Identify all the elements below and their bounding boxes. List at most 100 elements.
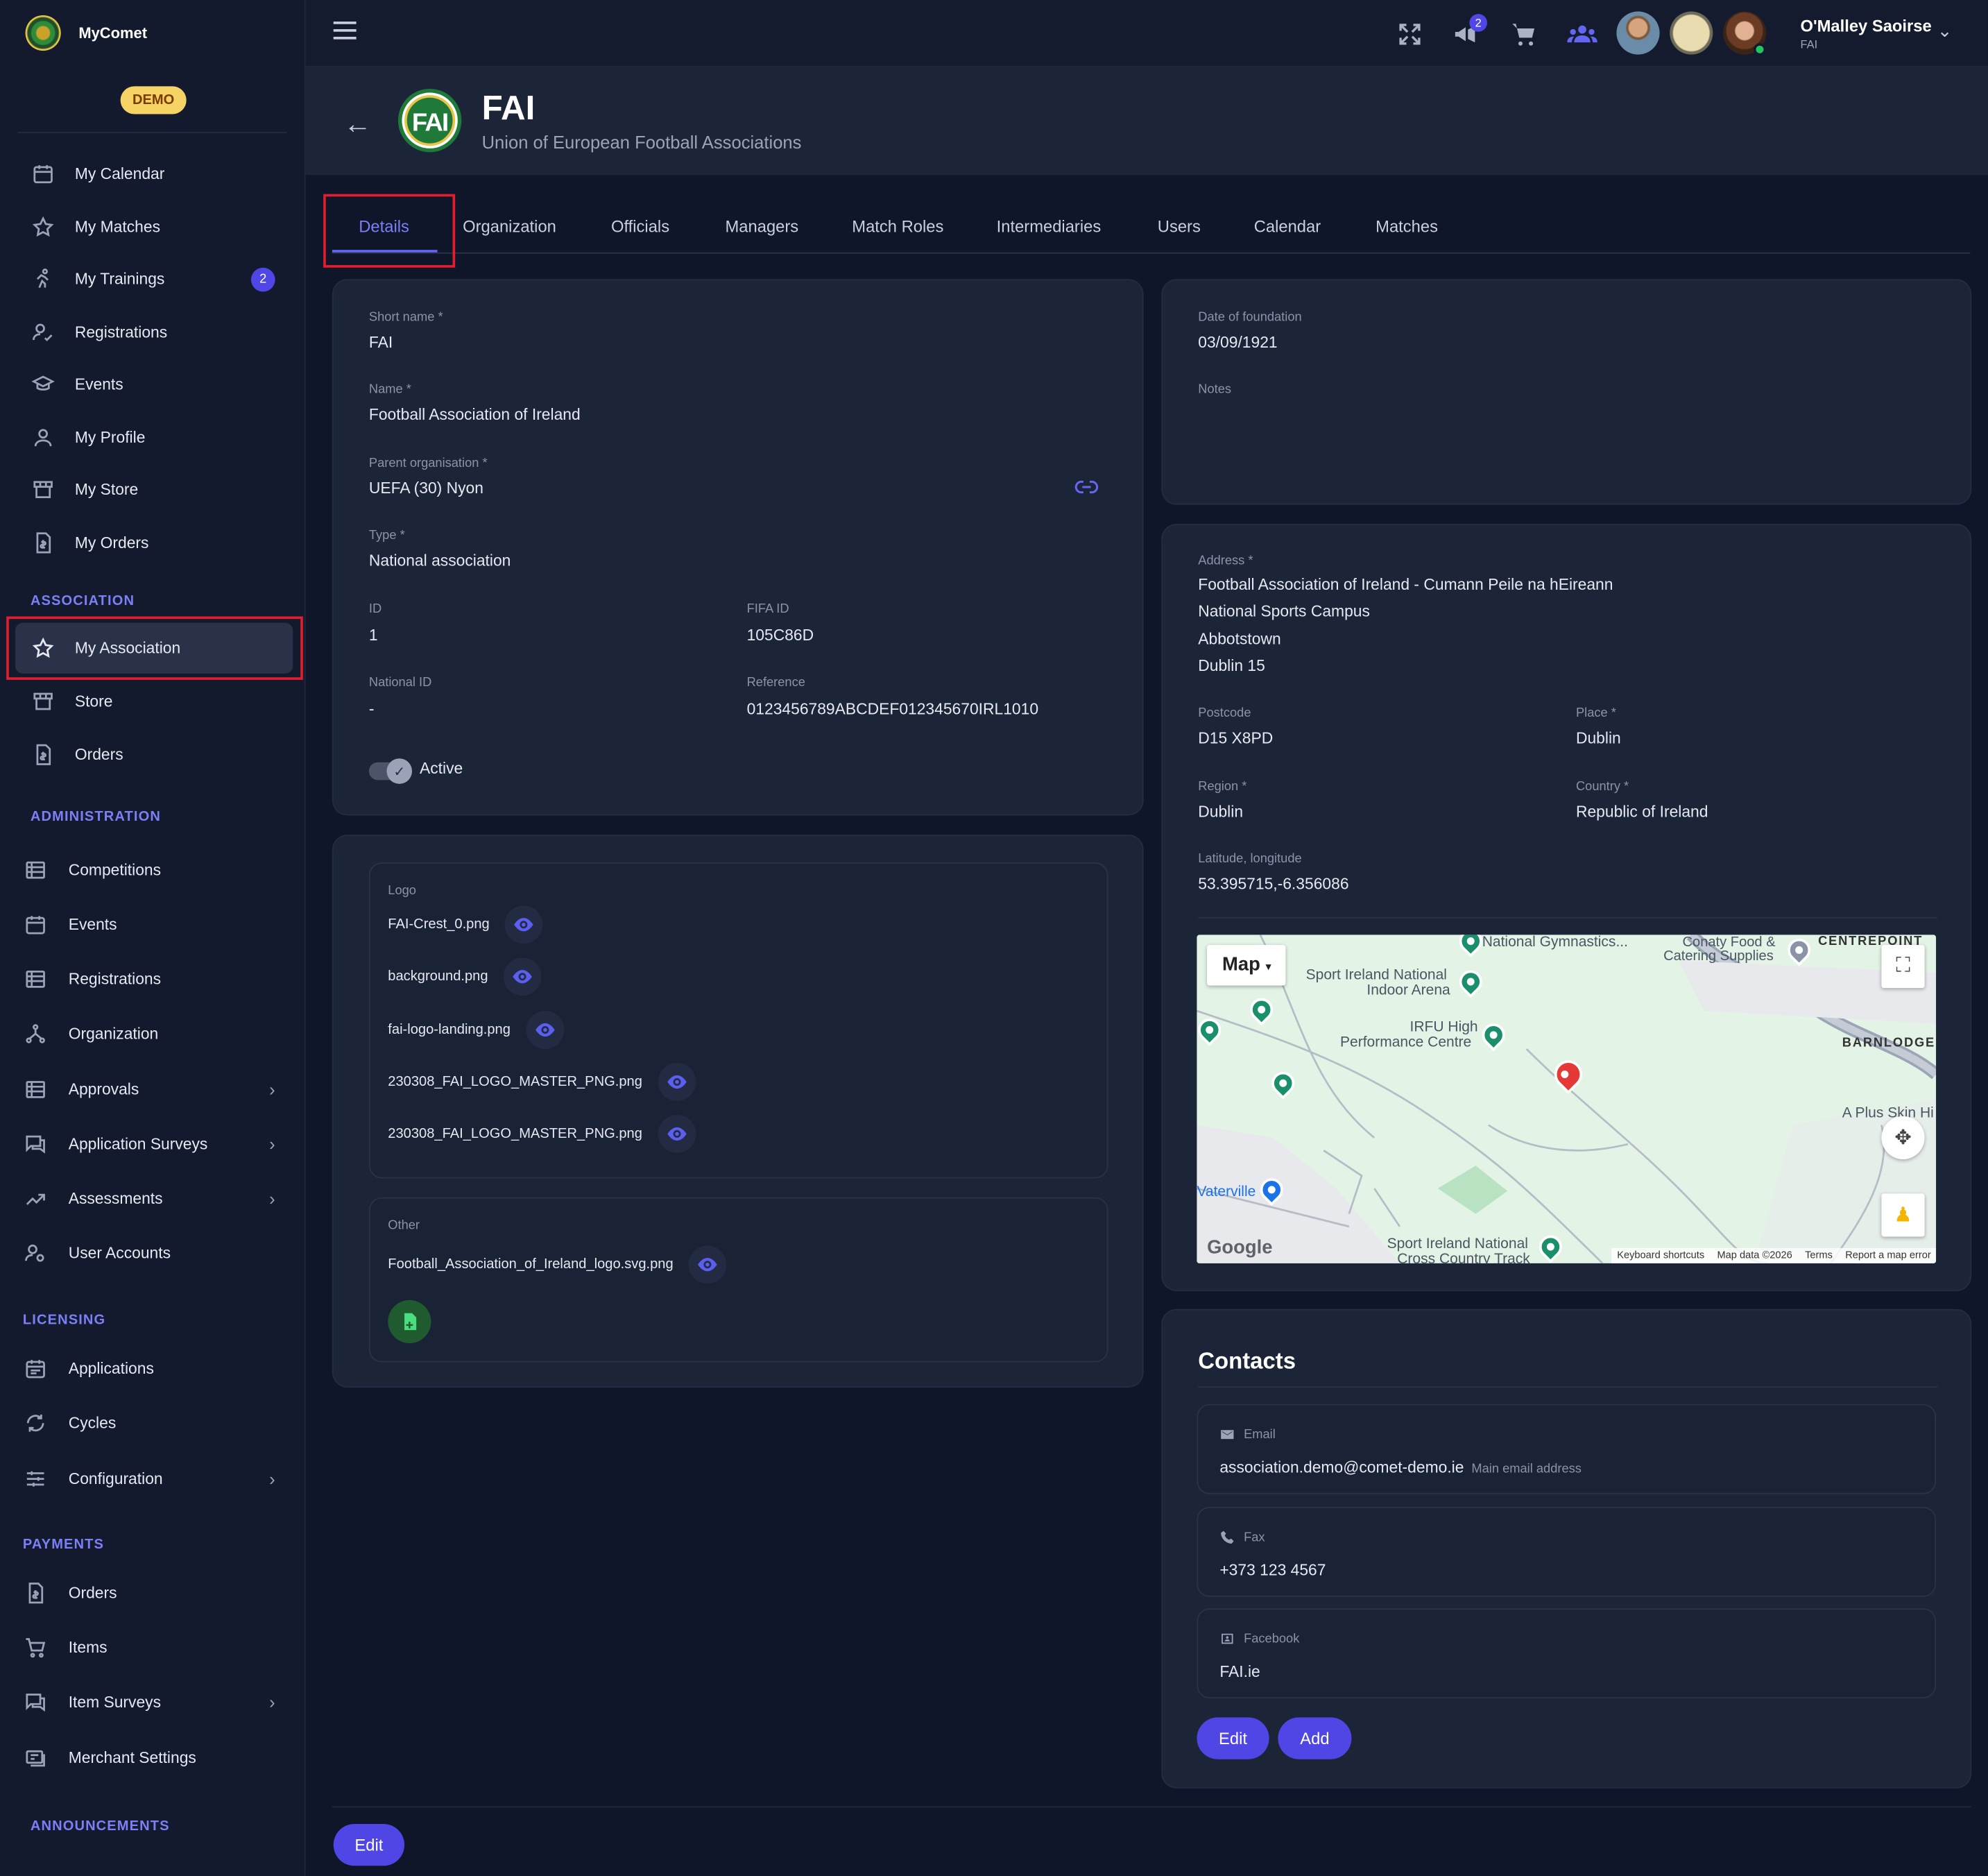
team-icon[interactable] <box>1566 20 1599 48</box>
facebook-value[interactable]: FAI.ie <box>1219 1663 1260 1681</box>
eye-icon[interactable] <box>525 1011 564 1049</box>
invoice-icon <box>31 530 56 556</box>
eye-icon[interactable] <box>503 957 542 996</box>
sidebar-item-item-surveys[interactable]: Item Surveys › <box>0 1677 305 1728</box>
sidebar-item-competitions[interactable]: Competitions <box>0 845 305 896</box>
sidebar-item-payment-orders[interactable]: Orders <box>0 1568 305 1619</box>
edit-button[interactable]: Edit <box>333 1823 405 1866</box>
tab-calendar[interactable]: Calendar <box>1254 196 1321 254</box>
sidebar-item-applications[interactable]: Applications <box>0 1343 305 1394</box>
facebook-label: Facebook <box>1219 1631 1299 1646</box>
back-arrow-icon[interactable]: ← <box>343 108 371 141</box>
sidebar-item-user-accounts[interactable]: User Accounts <box>0 1228 305 1279</box>
sidebar-item-cycles[interactable]: Cycles <box>0 1398 305 1449</box>
avatar[interactable] <box>1616 11 1660 55</box>
foundation-date-label: Date of foundation <box>1198 310 1302 325</box>
sidebar-item-configuration[interactable]: Configuration › <box>0 1453 305 1504</box>
sidebar-item-my-store[interactable]: My Store <box>0 464 305 515</box>
sidebar-item-my-association[interactable]: My Association <box>15 622 293 674</box>
sidebar-item-registrations[interactable]: Registrations <box>0 307 305 357</box>
person-check-icon <box>31 320 56 346</box>
tab-matches[interactable]: Matches <box>1376 196 1438 254</box>
brand[interactable]: MyComet <box>25 15 148 51</box>
country-value: Republic of Ireland <box>1575 803 1708 821</box>
sidebar-item-my-orders[interactable]: My Orders <box>0 518 305 568</box>
sidebar-item-merchant-settings[interactable]: Merchant Settings <box>0 1732 305 1783</box>
invoice-icon <box>31 742 56 767</box>
sidebar-item-organization[interactable]: Organization <box>0 1008 305 1059</box>
chevron-right-icon: › <box>269 1691 275 1713</box>
sidebar-item-my-profile[interactable]: My Profile <box>0 412 305 463</box>
tab-managers[interactable]: Managers <box>726 196 799 254</box>
tab-users[interactable]: Users <box>1158 196 1201 254</box>
map-fullscreen-icon[interactable]: ⛶ <box>1881 945 1925 989</box>
file-name[interactable]: 230308_FAI_LOGO_MASTER_PNG.png <box>388 1074 642 1089</box>
section-title-announcements: ANNOUNCEMENTS <box>30 1818 170 1834</box>
sidebar-item-store[interactable]: Store <box>0 676 305 726</box>
file-name[interactable]: background.png <box>388 969 488 984</box>
eye-icon[interactable] <box>657 1063 696 1101</box>
eye-icon[interactable] <box>688 1245 727 1284</box>
email-value[interactable]: association.demo@comet-demo.ie Main email… <box>1219 1458 1582 1476</box>
sidebar-item-label: My Orders <box>74 534 149 552</box>
map-footer-link[interactable]: Keyboard shortcuts <box>1617 1250 1704 1262</box>
sidebar-item-items[interactable]: Items <box>0 1622 305 1673</box>
sidebar-item-approvals[interactable]: Approvals › <box>0 1064 305 1115</box>
file-name[interactable]: Football_Association_of_Ireland_logo.svg… <box>388 1257 673 1272</box>
sidebar-item-my-trainings[interactable]: My Trainings 2 <box>0 254 305 305</box>
active-label: Active <box>420 760 463 778</box>
contacts-edit-button[interactable]: Edit <box>1197 1717 1269 1759</box>
postcode-value: D15 X8PD <box>1198 729 1274 747</box>
menu-icon[interactable] <box>333 22 357 44</box>
reference-label: Reference <box>746 676 805 690</box>
sidebar-item-my-calendar[interactable]: My Calendar <box>0 148 305 199</box>
sidebar-item-admin-events[interactable]: Events <box>0 899 305 950</box>
file-name[interactable]: fai-logo-landing.png <box>388 1023 511 1038</box>
tab-intermediaries[interactable]: Intermediaries <box>997 196 1102 254</box>
contacts-add-button[interactable]: Add <box>1278 1717 1352 1759</box>
user-name[interactable]: O'Malley Saoirse <box>1800 17 1931 35</box>
sidebar-item-events[interactable]: Events <box>0 359 305 409</box>
map-label: Performance Centre <box>1339 1034 1472 1050</box>
sidebar-item-label: Approvals <box>68 1080 139 1099</box>
street-view-icon[interactable]: ♟ <box>1881 1193 1925 1237</box>
store-icon <box>31 477 56 502</box>
tab-organization[interactable]: Organization <box>463 196 556 254</box>
map-footer-link[interactable]: Terms <box>1805 1250 1833 1262</box>
file-name[interactable]: 230308_FAI_LOGO_MASTER_PNG.png <box>388 1126 642 1141</box>
tab-officials[interactable]: Officials <box>611 196 669 254</box>
eye-icon[interactable] <box>504 905 543 944</box>
list-icon <box>23 1077 49 1102</box>
map-label: BARNLODGE <box>1842 1036 1936 1050</box>
trend-icon <box>23 1186 49 1211</box>
address-line: Abbotstown <box>1198 630 1281 649</box>
eye-icon[interactable] <box>657 1114 696 1153</box>
tab-details[interactable]: Details <box>359 196 409 254</box>
fullscreen-icon[interactable] <box>1396 20 1423 48</box>
sidebar-item-my-matches[interactable]: My Matches <box>0 202 305 253</box>
cart-icon[interactable] <box>1510 20 1538 48</box>
map-label: Sport Ireland National <box>1387 1236 1528 1252</box>
link-icon[interactable] <box>1074 475 1099 506</box>
fax-value[interactable]: +373 123 4567 <box>1219 1562 1326 1580</box>
file-name[interactable]: FAI-Crest_0.png <box>388 917 489 932</box>
short-name-value: FAI <box>368 333 393 352</box>
location-map[interactable]: Map ▾ National Gymnastics... Conaty Food… <box>1197 935 1937 1263</box>
sidebar-item-label: User Accounts <box>68 1244 171 1263</box>
sidebar-item-application-surveys[interactable]: Application Surveys › <box>0 1118 305 1169</box>
sidebar-item-admin-registrations[interactable]: Registrations <box>0 954 305 1005</box>
avatar[interactable] <box>1670 11 1713 55</box>
active-toggle[interactable]: ✓ <box>368 758 413 784</box>
chevron-right-icon: › <box>269 1134 275 1154</box>
sidebar-item-orders[interactable]: Orders <box>0 729 305 780</box>
logo-files: Logo FAI-Crest_0.png background.png fai-… <box>368 862 1108 1179</box>
tab-match-roles[interactable]: Match Roles <box>852 196 943 254</box>
chevron-down-icon[interactable]: ⌄ <box>1937 20 1952 42</box>
chevron-right-icon: › <box>269 1188 275 1209</box>
sidebar-item-assessments[interactable]: Assessments › <box>0 1173 305 1224</box>
app-name: MyComet <box>78 24 148 42</box>
map-pan-icon[interactable]: ✥ <box>1881 1116 1925 1159</box>
map-footer-link[interactable]: Report a map error <box>1845 1250 1931 1262</box>
add-document-icon[interactable] <box>388 1299 431 1344</box>
map-type-select[interactable]: Map ▾ <box>1207 945 1286 986</box>
